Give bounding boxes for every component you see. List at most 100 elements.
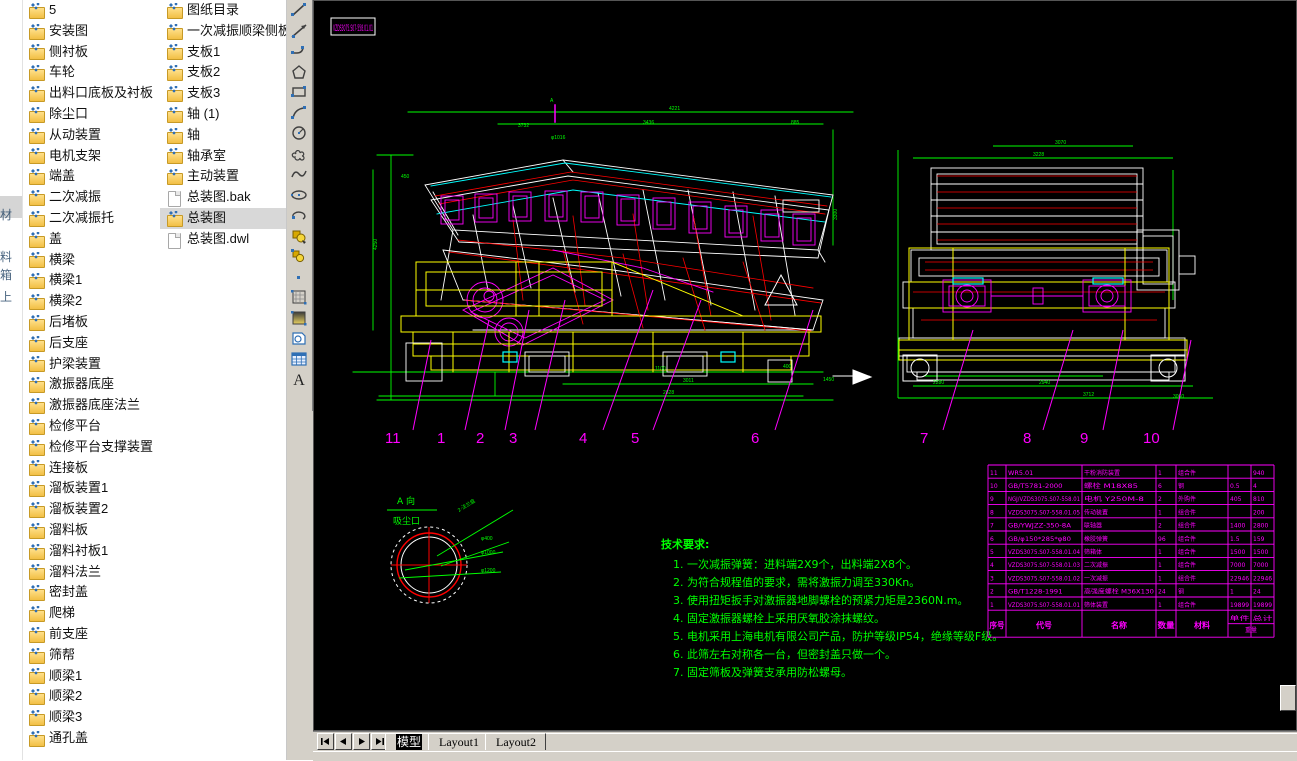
file-list-item[interactable]: 图纸目录 [160,0,287,21]
file-list-item[interactable]: 端盖 [22,166,167,187]
point-icon[interactable] [287,267,311,288]
file-list-item[interactable]: 检修平台支撑装置 [22,437,167,458]
file-list-item[interactable]: 支板2 [160,62,287,83]
file-name-label: 总装图 [187,208,226,229]
plain-file-icon [166,232,182,247]
file-list-item[interactable]: 密封盖 [22,582,167,603]
file-list-item[interactable]: 电机支架 [22,146,167,167]
file-list-item[interactable]: 5 [22,0,167,21]
polygon-icon[interactable] [287,62,311,83]
svg-text:序号: 序号 [990,620,1005,630]
hatch-icon[interactable] [287,287,311,308]
file-list-item[interactable]: 除尘口 [22,104,167,125]
dwg-file-icon [28,668,44,683]
file-list-item[interactable]: 总装图 [160,208,287,229]
gradient-icon[interactable] [287,308,311,329]
dwg-file-icon [28,315,44,330]
svg-text:4: 4 [1253,483,1257,490]
file-list-item[interactable]: 爬梯 [22,603,167,624]
tab-model[interactable]: 模型 [385,733,432,750]
prev-layout-button[interactable] [335,733,352,750]
file-list-item[interactable]: 护梁装置 [22,354,167,375]
svg-text:电机 Y250M-8: 电机 Y250M-8 [1084,495,1144,503]
svg-text:钢: 钢 [1178,482,1184,490]
tab-layout1[interactable]: Layout1 [428,733,489,750]
drawing-svg: VZDS3075.S07-558.01.01 [313,0,1297,731]
svg-text:1: 1 [990,602,994,609]
insert-block-icon[interactable] [287,226,311,247]
file-list-item[interactable]: 激振器底座法兰 [22,395,167,416]
table-icon[interactable] [287,349,311,370]
ellipse-arc-icon[interactable] [287,205,311,226]
file-list-item[interactable]: 溜板装置1 [22,478,167,499]
file-list-item[interactable]: 二次减振 [22,187,167,208]
file-list-item[interactable]: 前支座 [22,624,167,645]
file-list-item[interactable]: 轴 (1) [160,104,287,125]
file-list-item[interactable]: 溜板装置2 [22,499,167,520]
circle-icon[interactable] [287,123,311,144]
svg-text:9: 9 [990,496,994,503]
multiline-text-icon[interactable]: A [287,369,311,390]
file-list-item[interactable]: 支板3 [160,83,287,104]
file-list-item[interactable]: 主动装置 [160,166,287,187]
next-layout-button[interactable] [353,733,370,750]
file-list-item[interactable]: 总装图.bak [160,187,287,208]
file-name-label: 总装图.bak [187,187,251,208]
file-name-label: 5 [49,0,56,21]
tech-note-1: 1. 一次减振弹簧：进料端2X9个，出料端2X8个。 [673,557,917,571]
file-list-item[interactable]: 横梁1 [22,270,167,291]
file-list-item[interactable]: 顺梁3 [22,707,167,728]
vertical-scrollbar-thumb[interactable] [1280,685,1296,711]
tech-note-7: 7. 固定筛板及弹簧支承用防松螺母。 [673,665,852,679]
file-list-item[interactable]: 连接板 [22,458,167,479]
file-list-item[interactable]: 一次减振顺梁侧板 [160,21,287,42]
file-list-item[interactable]: 溜料法兰 [22,562,167,583]
revision-cloud-icon[interactable] [287,144,311,165]
file-list-item[interactable]: 出料口底板及衬板 [22,83,167,104]
file-list-item[interactable]: 轴 [160,125,287,146]
section-view-label: A 向 [397,495,415,507]
ellipse-icon[interactable] [287,185,311,206]
file-explorer-window: 5安装图侧衬板车轮出料口底板及衬板除尘口从动装置电机支架端盖二次减振二次减振托盖… [0,0,287,760]
file-list-item[interactable]: 盖 [22,229,167,250]
svg-text:组合件: 组合件 [1178,469,1196,477]
dim-885: 885 [791,120,800,126]
construction-line-icon[interactable] [287,21,311,42]
file-list-item[interactable]: 通孔盖 [22,728,167,749]
file-list-item[interactable]: 溜料衬板1 [22,541,167,562]
file-name-label: 密封盖 [49,582,88,603]
spline-icon[interactable] [287,164,311,185]
file-list-item[interactable]: 后支座 [22,333,167,354]
file-list-item[interactable]: 二次减振托 [22,208,167,229]
arc-icon[interactable] [287,103,311,124]
file-list-item[interactable]: 顺梁2 [22,686,167,707]
file-list-item[interactable]: 顺梁1 [22,666,167,687]
file-list-item[interactable]: 侧衬板 [22,42,167,63]
rectangle-icon[interactable] [287,82,311,103]
file-list-item[interactable]: 溜料板 [22,520,167,541]
file-list-item[interactable]: 轴承室 [160,146,287,167]
line-icon[interactable] [287,0,311,21]
file-list-item[interactable]: 横梁 [22,250,167,271]
dim-end-d: 2940 [1039,380,1050,386]
first-layout-button[interactable] [317,733,334,750]
file-list-item[interactable]: 总装图.dwl [160,229,287,250]
make-block-icon[interactable] [287,246,311,267]
svg-text:4: 4 [990,562,994,569]
file-list-item[interactable]: 横梁2 [22,291,167,312]
file-list-item[interactable]: 后堵板 [22,312,167,333]
tab-layout2[interactable]: Layout2 [485,733,546,750]
file-list-item[interactable]: 安装图 [22,21,167,42]
file-list-item[interactable]: 支板1 [160,42,287,63]
file-name-label: 安装图 [49,21,88,42]
file-list-item[interactable]: 激振器底座 [22,374,167,395]
region-icon[interactable] [287,328,311,349]
file-list-item[interactable]: 筛帮 [22,645,167,666]
file-list-item[interactable]: 从动装置 [22,125,167,146]
tech-note-4: 4. 固定激振器螺栓上采用厌氧胶涂抹螺纹。 [673,611,885,625]
file-list-item[interactable]: 车轮 [22,62,167,83]
svg-text:A: A [293,372,305,387]
polyline-icon[interactable] [287,41,311,62]
file-list-item[interactable]: 检修平台 [22,416,167,437]
drawing-canvas[interactable]: VZDS3075.S07-558.01.01 [313,0,1297,731]
